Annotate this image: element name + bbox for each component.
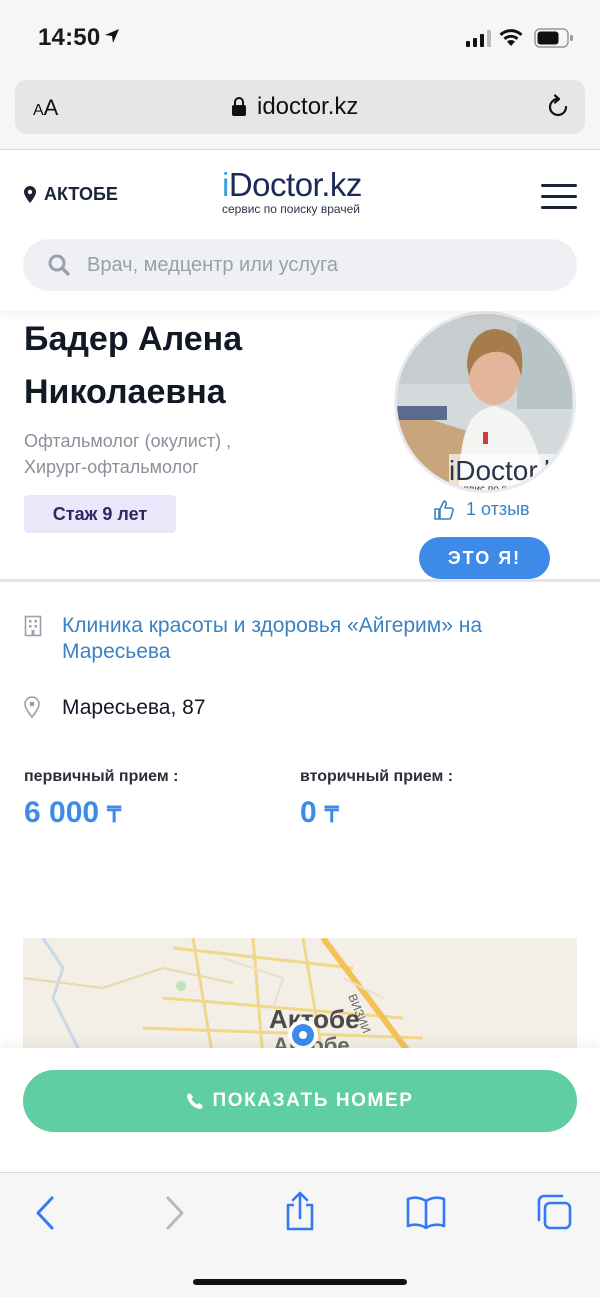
map-pin-icon [24, 186, 36, 203]
doctor-photo: iDoctor.k сервис по поис [394, 311, 576, 493]
text-size-button[interactable]: AA [33, 95, 58, 121]
specialty-line-2: Хирург-офтальмолог [24, 457, 199, 477]
home-indicator [193, 1279, 407, 1285]
clinic-map[interactable]: ВИЗИИ Актобе Актобе [23, 938, 577, 1058]
primary-price-amount: 6 000 [24, 796, 100, 829]
location-pin-icon [24, 696, 40, 718]
photo-watermark-sub: сервис по поис [453, 484, 523, 493]
location-arrow-icon [105, 29, 119, 43]
secondary-price-amount: 0 [300, 796, 317, 829]
search-input[interactable]: Врач, медцентр или услуга [23, 239, 577, 291]
tabs-icon[interactable] [535, 1193, 573, 1231]
clinic-link[interactable]: Клиника красоты и здоровья «Айгерим» на … [62, 613, 572, 665]
reload-icon[interactable] [545, 94, 571, 120]
map-image: ВИЗИИ Актобе Актобе [23, 938, 577, 1058]
back-icon[interactable] [34, 1195, 56, 1231]
lock-icon [232, 97, 246, 116]
primary-visit-label: первичный прием : [24, 768, 179, 785]
logo-brand: iDoctor.kz [222, 166, 362, 203]
site-header: АКТОБЕ iDoctor.kz сервис по поиску враче… [0, 151, 600, 311]
city-name: АКТОБЕ [44, 184, 118, 204]
city-selector[interactable]: АКТОБЕ [24, 184, 118, 205]
section-divider [0, 579, 600, 582]
claim-profile-button[interactable]: ЭТО Я! [419, 537, 550, 579]
cellular-signal-icon [466, 30, 491, 47]
wifi-icon [499, 29, 523, 46]
logo-slogan: сервис по поиску врачей [222, 202, 360, 216]
experience-badge: Стаж 9 лет [24, 495, 176, 533]
currency-symbol: ₸ [107, 802, 122, 827]
status-time: 14:50 [38, 24, 101, 51]
browser-toolbar [0, 1172, 600, 1297]
show-number-button[interactable]: ПОКАЗАТЬ НОМЕР [23, 1070, 577, 1132]
share-icon[interactable] [283, 1191, 317, 1231]
browser-address-area: AA idoctor.kz [0, 76, 600, 150]
secondary-visit-price: 0 ₸ [300, 796, 339, 830]
currency-symbol: ₸ [324, 802, 339, 827]
doctor-name: Бадер Алена Николаевна [24, 320, 243, 411]
doctor-profile: Бадер Алена Николаевна Офтальмолог (окул… [0, 311, 600, 581]
photo-watermark: iDoctor.k [449, 455, 559, 486]
specialty-line-1: Офтальмолог (окулист) , [24, 431, 232, 451]
reviews-link[interactable]: 1 отзыв [434, 499, 530, 520]
clinic-address: Маресьева, 87 [62, 696, 206, 719]
primary-visit-price: 6 000 ₸ [24, 796, 121, 830]
battery-icon [534, 28, 573, 48]
forward-icon[interactable] [164, 1195, 186, 1231]
building-icon [24, 615, 42, 637]
sticky-action-panel: ПОКАЗАТЬ НОМЕР [0, 1048, 600, 1172]
url-domain[interactable]: idoctor.kz [257, 93, 358, 121]
secondary-visit-label: вторичный прием : [300, 768, 454, 785]
show-number-label: ПОКАЗАТЬ НОМЕР [212, 1090, 414, 1111]
status-bar: 14:50 [0, 0, 600, 76]
reviews-count: 1 отзыв [466, 499, 530, 519]
menu-hamburger-icon[interactable] [541, 184, 577, 210]
phone-icon [187, 1093, 204, 1109]
site-logo[interactable]: iDoctor.kz сервис по поиску врачей [222, 166, 392, 217]
address-bar[interactable]: AA idoctor.kz [15, 80, 585, 134]
search-icon [48, 254, 70, 276]
doctor-photo-image: iDoctor.k сервис по поис [397, 314, 573, 493]
doctor-specialty: Офтальмолог (окулист) , Хирург-офтальмол… [24, 428, 231, 480]
search-placeholder: Врач, медцентр или услуга [87, 254, 339, 276]
bookmarks-icon[interactable] [406, 1195, 446, 1229]
thumbs-up-icon [434, 499, 454, 520]
